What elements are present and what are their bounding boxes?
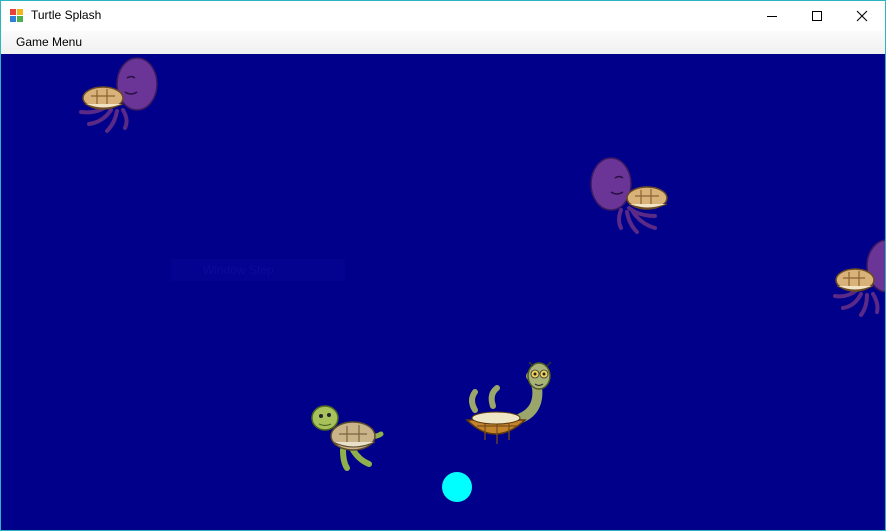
purple-octopus-turtle-sprite[interactable] [589, 156, 675, 238]
app-window: Turtle Splash Game Menu Window Step [0, 0, 886, 531]
menu-bar: Game Menu [1, 31, 885, 54]
maximize-icon [812, 11, 822, 21]
ghost-menu-item: Window Step [171, 259, 345, 281]
game-canvas[interactable]: Window Step [1, 54, 885, 530]
green-turtle-sprite[interactable] [309, 400, 385, 472]
purple-octopus-turtle-sprite[interactable] [77, 56, 161, 136]
close-icon [856, 10, 868, 22]
window-title: Turtle Splash [31, 8, 102, 22]
minimize-button[interactable] [749, 1, 795, 31]
menu-game[interactable]: Game Menu [8, 33, 90, 52]
flipped-turtle-sprite[interactable] [463, 362, 559, 448]
minimize-icon [767, 16, 777, 17]
maximize-button[interactable] [794, 1, 840, 31]
close-button[interactable] [839, 1, 885, 31]
title-bar[interactable]: Turtle Splash [1, 1, 885, 31]
cyan-ball[interactable] [442, 472, 472, 502]
ghost-menu-label: Window Step [203, 263, 274, 277]
app-icon[interactable] [10, 9, 24, 23]
purple-octopus-turtle-sprite[interactable] [831, 238, 885, 320]
